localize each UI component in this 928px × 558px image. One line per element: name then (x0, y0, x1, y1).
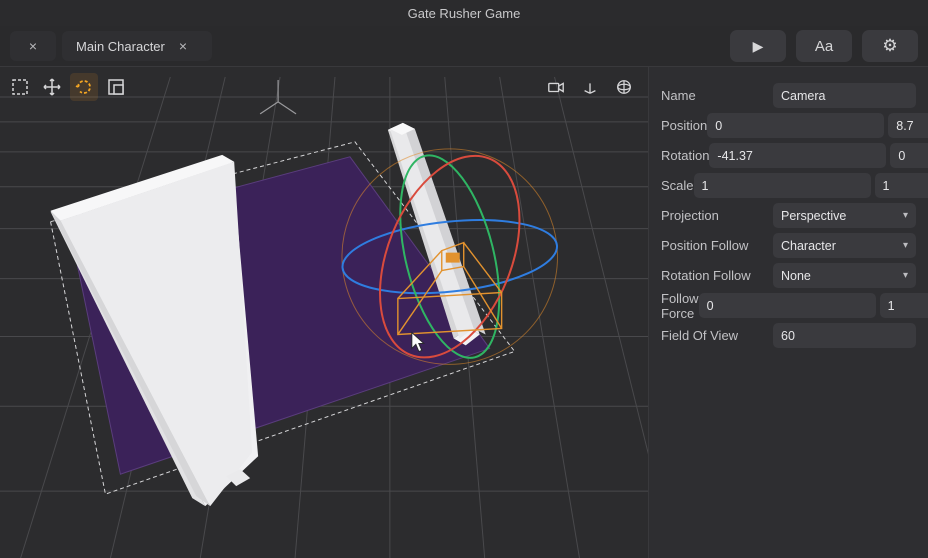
tab-empty[interactable]: × (10, 31, 56, 61)
viewport-tools-left (6, 73, 130, 101)
tool-rotate[interactable] (70, 73, 98, 101)
projection-label: Projection (661, 208, 773, 223)
play-icon: ▶ (753, 38, 764, 55)
tab-main-character[interactable]: Main Character × (62, 31, 212, 61)
rotation-label: Rotation (661, 148, 709, 163)
tool-globe[interactable] (610, 73, 638, 101)
scale-x-field[interactable] (694, 173, 871, 198)
camera-icon (547, 78, 565, 96)
tool-axes[interactable] (576, 73, 604, 101)
font-icon: Aa (815, 38, 833, 55)
select-box-icon (10, 77, 30, 97)
play-button[interactable]: ▶ (730, 30, 786, 62)
axes-icon (581, 78, 599, 96)
tool-move[interactable] (38, 73, 66, 101)
move-icon (42, 77, 62, 97)
app-title: Gate Rusher Game (408, 6, 521, 21)
close-icon[interactable]: × (179, 38, 187, 54)
scale-label: Scale (661, 178, 694, 193)
position-label: Position (661, 118, 707, 133)
scene-canvas (0, 67, 648, 558)
rotation-y-field[interactable] (890, 143, 928, 168)
tool-select[interactable] (6, 73, 34, 101)
position-x-field[interactable] (707, 113, 884, 138)
title-bar: Gate Rusher Game (0, 0, 928, 26)
scene-viewport[interactable] (0, 67, 648, 558)
rotation-follow-select[interactable]: None (773, 263, 916, 288)
rotate-icon (74, 77, 94, 97)
gear-icon: ⚙ (882, 36, 897, 56)
fov-field[interactable] (773, 323, 916, 348)
tab-bar: × Main Character × (10, 31, 218, 61)
tool-scale[interactable] (102, 73, 130, 101)
follow-force-x-field[interactable] (699, 293, 876, 318)
top-toolbar: × Main Character × ▶ Aa ⚙ (0, 26, 928, 66)
settings-button[interactable]: ⚙ (862, 30, 918, 62)
font-button[interactable]: Aa (796, 30, 852, 62)
position-follow-select[interactable]: Character (773, 233, 916, 258)
follow-force-label: Follow Force (661, 291, 699, 321)
tool-camera[interactable] (542, 73, 570, 101)
projection-select[interactable]: Perspective (773, 203, 916, 228)
rotation-x-field[interactable] (709, 143, 886, 168)
rotation-follow-label: Rotation Follow (661, 268, 773, 283)
scale-y-field[interactable] (875, 173, 928, 198)
tab-label: Main Character (76, 39, 165, 54)
position-y-field[interactable] (888, 113, 928, 138)
globe-icon (615, 78, 633, 96)
name-label: Name (661, 88, 773, 103)
inspector-panel: Name Position Rotation Scale (648, 67, 928, 558)
close-icon[interactable]: × (29, 38, 37, 54)
fov-label: Field Of View (661, 328, 773, 343)
follow-force-y-field[interactable] (880, 293, 928, 318)
viewport-tools-right (542, 73, 638, 101)
name-field[interactable] (773, 83, 916, 108)
position-follow-label: Position Follow (661, 238, 773, 253)
scale-icon (106, 77, 126, 97)
